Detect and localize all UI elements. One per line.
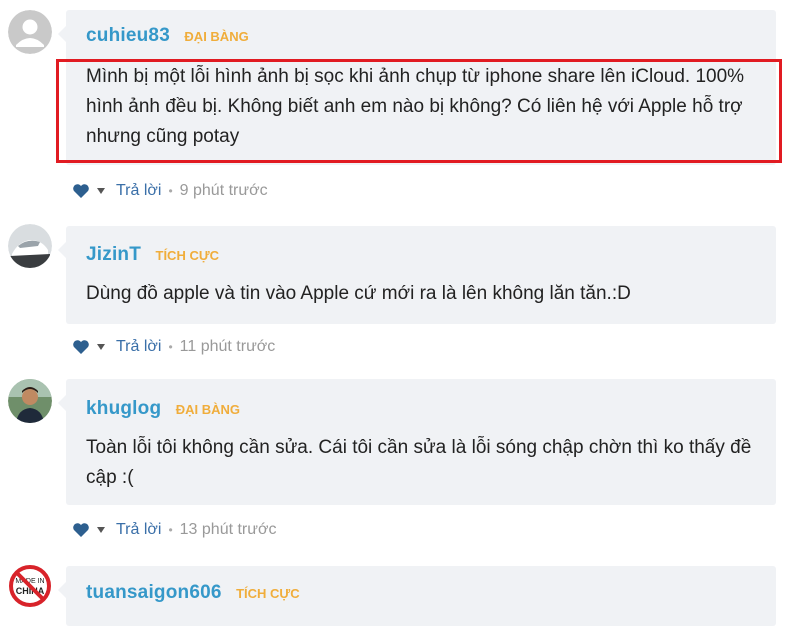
- caret-down-icon[interactable]: [96, 526, 106, 534]
- heart-icon[interactable]: [72, 339, 90, 355]
- reply-link[interactable]: Trả lời: [116, 521, 161, 539]
- comment-actions: Trả lời • 9 phút trước: [72, 182, 268, 200]
- highlight-box: [56, 59, 782, 163]
- comment-actions: Trả lời • 13 phút trước: [72, 521, 276, 539]
- comment-header: khuglog ĐẠI BÀNG: [86, 398, 240, 420]
- comment-bubble: khuglog ĐẠI BÀNG Toàn lỗi tôi không cần …: [58, 379, 776, 505]
- comment-text: Dùng đồ apple và tin vào Apple cứ mới ra…: [86, 283, 631, 304]
- heart-icon[interactable]: [72, 183, 90, 199]
- comment-header: JizinT TÍCH CỰC: [86, 244, 219, 266]
- car-avatar-icon: [8, 224, 52, 268]
- avatar[interactable]: [8, 224, 52, 268]
- person-avatar-icon: [8, 379, 52, 423]
- comment-header: cuhieu83 ĐẠI BÀNG: [86, 25, 249, 47]
- comment-text: Toàn lỗi tôi không cần sửa. Cái tôi cần …: [86, 437, 752, 488]
- username[interactable]: JizinT: [86, 244, 141, 265]
- rank-badge: TÍCH CỰC: [155, 248, 220, 263]
- comment-item: MADE IN CHINA tuansaigon606 TÍCH CỰC: [0, 560, 799, 626]
- separator-dot: •: [168, 340, 173, 354]
- separator-dot: •: [168, 523, 173, 537]
- rank-badge: ĐẠI BÀNG: [184, 29, 249, 44]
- rank-badge: TÍCH CỰC: [236, 586, 300, 601]
- reply-link[interactable]: Trả lời: [116, 182, 161, 200]
- comment-bubble: tuansaigon606 TÍCH CỰC: [58, 566, 776, 626]
- caret-down-icon[interactable]: [96, 343, 106, 351]
- reply-link[interactable]: Trả lời: [116, 338, 161, 356]
- avatar[interactable]: [8, 379, 52, 423]
- timestamp: 9 phút trước: [179, 182, 268, 199]
- caret-down-icon[interactable]: [96, 187, 106, 195]
- username[interactable]: cuhieu83: [86, 25, 170, 46]
- comment-header: tuansaigon606 TÍCH CỰC: [86, 582, 300, 604]
- timestamp: 13 phút trước: [179, 521, 277, 538]
- separator-dot: •: [168, 184, 173, 198]
- avatar[interactable]: [8, 10, 52, 54]
- timestamp: 11 phút trước: [179, 338, 276, 355]
- username[interactable]: khuglog: [86, 398, 161, 419]
- comment-item: cuhieu83 ĐẠI BÀNG Mình bị một lỗi hình ả…: [0, 0, 799, 210]
- comment-item: JizinT TÍCH CỰC Dùng đồ apple và tin vào…: [0, 220, 799, 370]
- comment-actions: Trả lời • 11 phút trước: [72, 338, 275, 356]
- username[interactable]: tuansaigon606: [86, 582, 222, 603]
- default-avatar-icon: [8, 10, 52, 54]
- comment-item: khuglog ĐẠI BÀNG Toàn lỗi tôi không cần …: [0, 375, 799, 555]
- comment-bubble: JizinT TÍCH CỰC Dùng đồ apple và tin vào…: [58, 226, 776, 324]
- no-made-in-china-avatar-icon: MADE IN CHINA: [8, 564, 52, 608]
- rank-badge: ĐẠI BÀNG: [175, 402, 241, 417]
- avatar[interactable]: MADE IN CHINA: [8, 564, 52, 608]
- heart-icon[interactable]: [72, 522, 90, 538]
